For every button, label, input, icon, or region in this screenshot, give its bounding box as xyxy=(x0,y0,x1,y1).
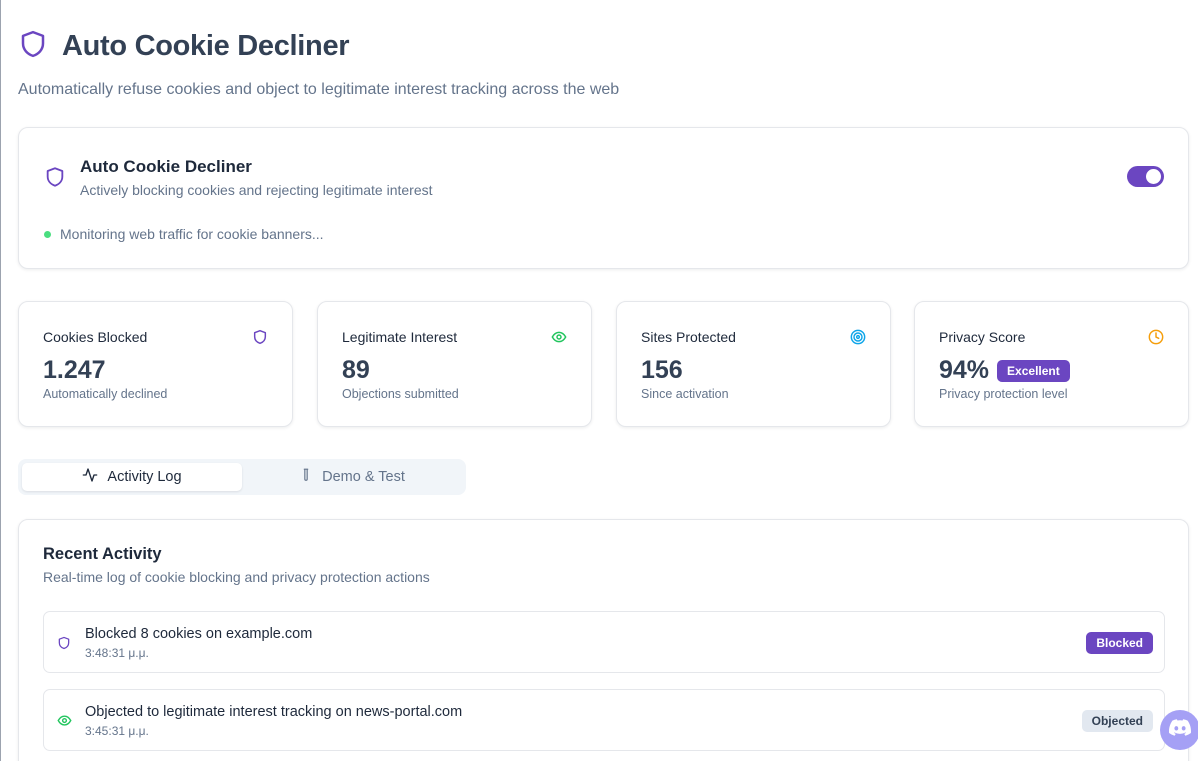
activity-icon xyxy=(82,467,98,487)
stat-label: Cookies Blocked xyxy=(43,329,148,345)
card-title: Auto Cookie Decliner xyxy=(80,157,252,176)
extension-status-card: Auto Cookie Decliner Actively blocking c… xyxy=(18,127,1189,269)
card-subtitle: Actively blocking cookies and rejecting … xyxy=(80,182,433,198)
clock-icon xyxy=(1148,329,1164,350)
stat-card-legitimate-interest: Legitimate Interest 89 Objections submit… xyxy=(317,301,592,427)
enable-toggle[interactable] xyxy=(1127,166,1164,187)
toggle-knob xyxy=(1146,169,1161,184)
stat-desc: Objections submitted xyxy=(342,387,459,401)
stat-desc: Since activation xyxy=(641,387,729,401)
target-icon xyxy=(850,329,866,350)
discord-button[interactable] xyxy=(1160,710,1198,750)
recent-activity-card: Recent Activity Real-time log of cookie … xyxy=(18,519,1189,761)
stat-value: 156 xyxy=(641,356,683,384)
shield-icon xyxy=(57,635,71,656)
log-time: 3:45:31 μ.μ. xyxy=(85,724,149,738)
log-text: Objected to legitimate interest tracking… xyxy=(85,704,463,720)
tab-label: Activity Log xyxy=(107,469,182,485)
log-text: Blocked 8 cookies on example.com xyxy=(85,626,313,642)
page-title: Auto Cookie Decliner xyxy=(62,30,350,62)
section-subtitle: Real-time log of cookie blocking and pri… xyxy=(43,569,430,585)
page-header: Auto Cookie Decliner Automatically refus… xyxy=(18,28,619,99)
tab-activity-log[interactable]: Activity Log xyxy=(22,463,242,491)
eye-icon xyxy=(551,329,567,350)
status-text: Monitoring web traffic for cookie banner… xyxy=(60,226,324,242)
list-item: Blocked 8 cookies on example.com 3:48:31… xyxy=(43,611,1165,673)
stat-desc: Privacy protection level xyxy=(939,387,1068,401)
section-title: Recent Activity xyxy=(43,545,162,563)
list-item: Objected to legitimate interest tracking… xyxy=(43,689,1165,751)
tab-demo-test[interactable]: Demo & Test xyxy=(242,463,462,491)
stat-desc: Automatically declined xyxy=(43,387,168,401)
discord-icon xyxy=(1169,719,1192,741)
stat-value: 1.247 xyxy=(43,356,106,384)
shield-icon xyxy=(44,165,66,194)
page-subtitle: Automatically refuse cookies and object … xyxy=(18,81,620,98)
eye-icon xyxy=(57,713,72,733)
log-time: 3:48:31 μ.μ. xyxy=(85,646,149,660)
stat-value: 89 xyxy=(342,356,370,384)
stat-value: 94% xyxy=(939,356,990,384)
status-badge: Blocked xyxy=(1086,632,1153,654)
monitoring-status: Monitoring web traffic for cookie banner… xyxy=(44,226,324,242)
stat-label: Sites Protected xyxy=(641,329,736,345)
stat-card-sites-protected: Sites Protected 156 Since activation xyxy=(616,301,891,427)
score-badge: Excellent xyxy=(997,359,1070,382)
stat-label: Legitimate Interest xyxy=(342,329,458,345)
view-tabs: Activity Log Demo & Test xyxy=(18,459,466,495)
tab-label: Demo & Test xyxy=(322,469,405,485)
shield-icon xyxy=(252,329,268,350)
stat-card-cookies-blocked: Cookies Blocked 1.247 Automatically decl… xyxy=(18,301,293,427)
stat-label: Privacy Score xyxy=(939,329,1026,345)
test-tube-icon xyxy=(299,467,313,487)
status-dot xyxy=(44,230,51,238)
shield-icon xyxy=(18,28,48,65)
stat-card-privacy-score: Privacy Score 94% Excellent Privacy prot… xyxy=(914,301,1189,427)
status-badge: Objected xyxy=(1081,710,1153,732)
